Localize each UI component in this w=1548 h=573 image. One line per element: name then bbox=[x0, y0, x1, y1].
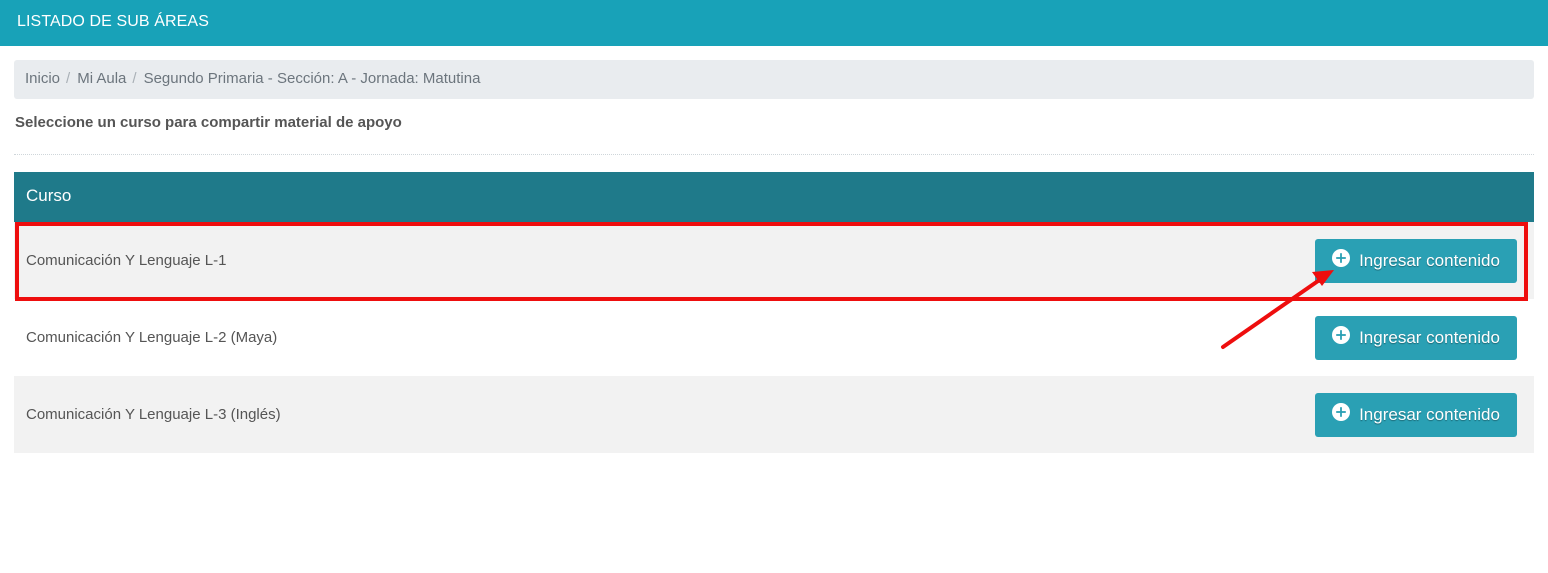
ingresar-contenido-button[interactable]: Ingresar contenido bbox=[1315, 315, 1517, 360]
breadcrumb-item-mi-aula[interactable]: Mi Aula bbox=[77, 70, 126, 87]
plus-circle-icon bbox=[1332, 248, 1351, 267]
course-name: Comunicación Y Lenguaje L-2 (Maya) bbox=[26, 329, 278, 346]
page-header: LISTADO DE SUB ÁREAS bbox=[0, 0, 1548, 46]
ingresar-contenido-button[interactable]: Ingresar contenido bbox=[1315, 392, 1517, 437]
breadcrumb-separator: / bbox=[66, 70, 71, 87]
button-label: Ingresar contenido bbox=[1359, 404, 1500, 424]
page-title: LISTADO DE SUB ÁREAS bbox=[17, 13, 209, 30]
table-row: Comunicación Y Lenguaje L-2 (Maya) Ingre… bbox=[14, 299, 1534, 376]
table-row: Comunicación Y Lenguaje L-3 (Inglés) Ing… bbox=[14, 376, 1534, 453]
table-row: Comunicación Y Lenguaje L-1 Ingresar con… bbox=[14, 222, 1534, 299]
course-name: Comunicación Y Lenguaje L-3 (Inglés) bbox=[26, 406, 281, 423]
instructions-text: Seleccione un curso para compartir mater… bbox=[15, 114, 402, 131]
button-label: Ingresar contenido bbox=[1359, 250, 1500, 270]
breadcrumb-item-inicio[interactable]: Inicio bbox=[25, 70, 60, 87]
plus-circle-icon bbox=[1332, 402, 1351, 421]
plus-circle-icon bbox=[1332, 325, 1351, 344]
breadcrumb-item-current: Segundo Primaria - Sección: A - Jornada:… bbox=[143, 70, 481, 87]
table-header: Curso bbox=[14, 172, 1534, 222]
course-table: Curso Comunicación Y Lenguaje L-1 Ingres… bbox=[14, 172, 1534, 453]
course-name: Comunicación Y Lenguaje L-1 bbox=[26, 252, 227, 269]
ingresar-contenido-button[interactable]: Ingresar contenido bbox=[1315, 238, 1517, 283]
breadcrumb-separator: / bbox=[132, 70, 137, 87]
divider bbox=[14, 154, 1534, 155]
column-header-curso: Curso bbox=[26, 186, 72, 205]
breadcrumb: Inicio / Mi Aula / Segundo Primaria - Secció… bbox=[14, 60, 1534, 99]
button-label: Ingresar contenido bbox=[1359, 327, 1500, 347]
